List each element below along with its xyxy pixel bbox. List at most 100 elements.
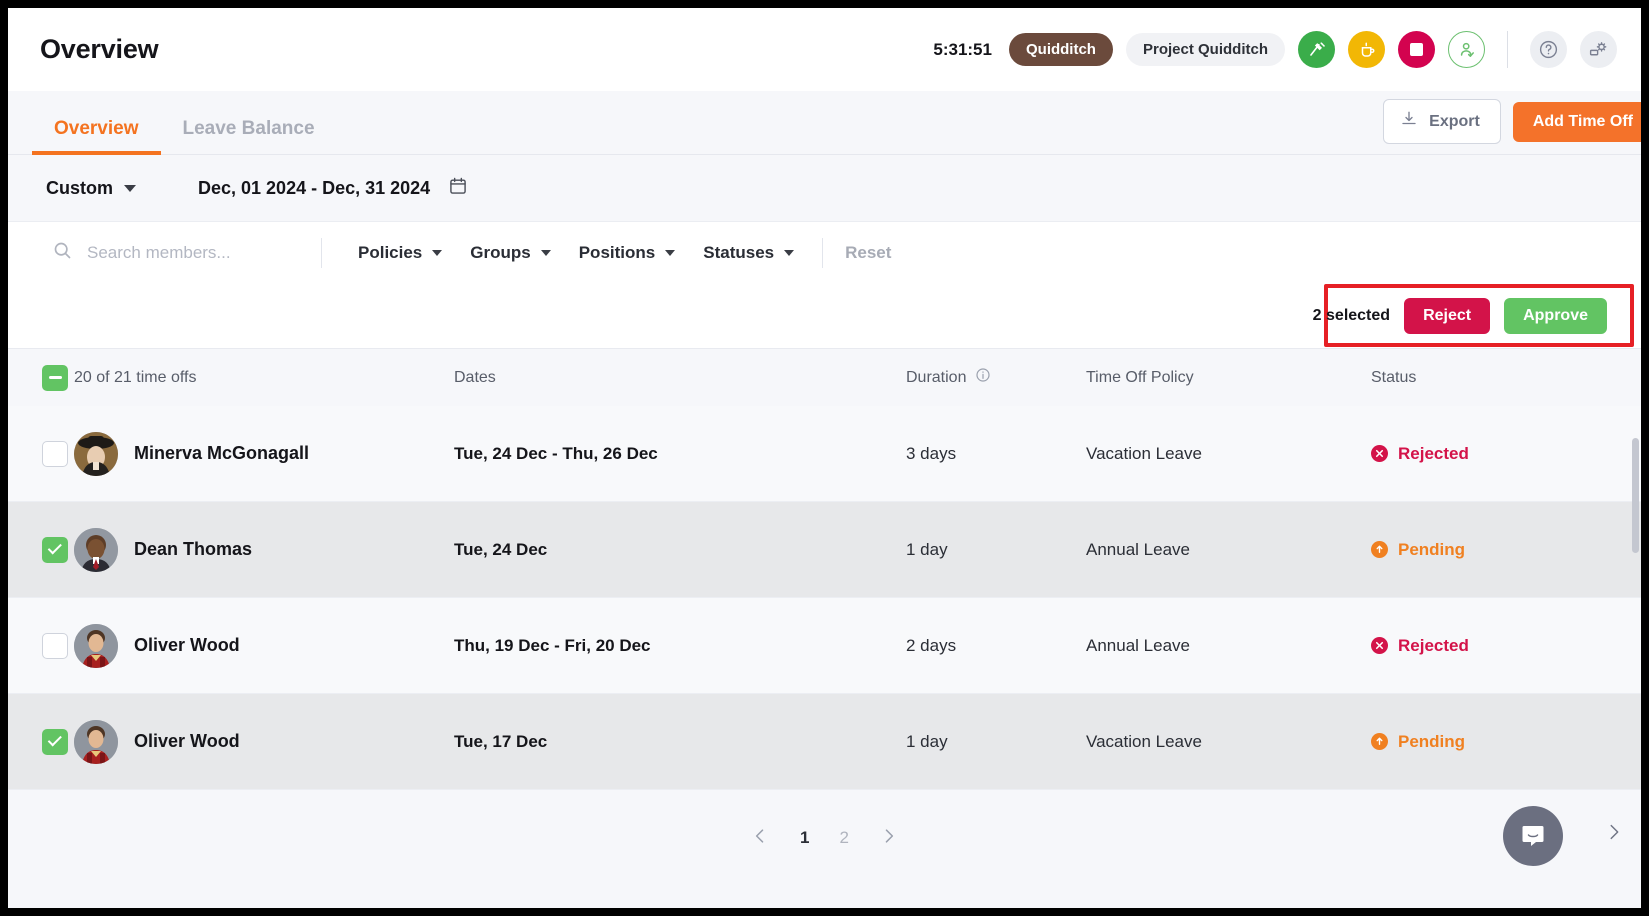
row-member: Oliver Wood: [74, 719, 454, 764]
stop-icon[interactable]: [1398, 31, 1435, 68]
status-badge: Rejected: [1371, 444, 1641, 464]
filter-bar: Policies Groups Positions Statuses Reset: [8, 221, 1641, 283]
download-icon: [1400, 110, 1418, 133]
vertical-scrollbar-thumb[interactable]: [1632, 438, 1639, 553]
avatar: [74, 431, 118, 476]
info-icon[interactable]: [975, 367, 991, 388]
pagination-prev-icon[interactable]: [750, 826, 770, 851]
timer-display: 5:31:51: [933, 39, 992, 59]
row-dates: Tue, 24 Dec - Thu, 26 Dec: [454, 443, 658, 463]
row-member-name: Dean Thomas: [134, 539, 253, 559]
header-duration: Duration: [906, 368, 967, 386]
filter-positions-label: Positions: [578, 242, 656, 262]
search-container: [52, 240, 317, 266]
stop-square: [1410, 43, 1423, 56]
calendar-icon: [448, 176, 468, 201]
pagination-page-2[interactable]: 2: [840, 828, 849, 848]
header-duration-cell: Duration: [906, 367, 1086, 388]
filter-groups-label: Groups: [470, 242, 531, 262]
row-checkbox[interactable]: [42, 728, 68, 755]
settings-icon[interactable]: [1580, 31, 1617, 68]
status-label: Pending: [1398, 539, 1466, 559]
avatar: [74, 527, 118, 572]
chevron-down-icon: [540, 249, 551, 256]
person-check-icon[interactable]: [1448, 31, 1485, 68]
search-input[interactable]: [87, 242, 287, 263]
pagination-page-1[interactable]: 1: [800, 828, 809, 848]
row-status-cell: Pending: [1371, 540, 1641, 560]
check-mark: [47, 540, 62, 555]
row-checkbox[interactable]: [42, 440, 68, 467]
avatar: [74, 623, 118, 668]
chevron-down-icon: [432, 249, 443, 256]
reset-divider: [822, 237, 824, 268]
status-badge: Pending: [1371, 732, 1641, 752]
selection-actions: 2 selected Reject Approve: [1312, 297, 1629, 334]
row-member: Dean Thomas: [74, 527, 454, 572]
table-row[interactable]: Dean Thomas Tue, 24 Dec 1 day Annual Lea…: [8, 502, 1641, 598]
reset-filters-button[interactable]: Reset: [845, 243, 891, 263]
status-badge: Rejected: [1371, 636, 1641, 656]
tab-leave-balance[interactable]: Leave Balance: [161, 118, 337, 154]
reject-button[interactable]: Reject: [1404, 297, 1491, 334]
row-select-cell: [8, 728, 74, 755]
date-range-picker[interactable]: Dec, 01 2024 - Dec, 31 2024: [198, 176, 468, 201]
selected-count-label: 2 selected: [1312, 306, 1391, 324]
tab-overview[interactable]: Overview: [32, 118, 161, 155]
selection-action-bar: 2 selected Reject Approve: [8, 283, 1641, 348]
header-right-cluster: 5:31:51 Quidditch Project Quidditch: [933, 31, 1617, 68]
header-divider: [1507, 31, 1508, 68]
filter-divider: [321, 237, 322, 268]
current-project-pill[interactable]: Project Quidditch: [1125, 33, 1285, 66]
row-member-name: Oliver Wood: [134, 731, 240, 751]
filter-statuses-label: Statuses: [703, 242, 775, 262]
filter-statuses[interactable]: Statuses: [689, 243, 808, 263]
filter-groups[interactable]: Groups: [456, 243, 564, 263]
date-range-label: Dec, 01 2024 - Dec, 31 2024: [198, 177, 431, 198]
current-task-pill[interactable]: Quidditch: [1008, 33, 1113, 66]
status-label: Pending: [1398, 731, 1466, 751]
approve-button[interactable]: Approve: [1504, 297, 1607, 334]
row-status-cell: Rejected: [1371, 444, 1641, 464]
rejected-icon: [1371, 637, 1388, 654]
activity-icon[interactable]: [1298, 31, 1335, 68]
filter-positions[interactable]: Positions: [565, 243, 690, 263]
scroll-right-icon[interactable]: [1603, 821, 1625, 848]
header-status: Status: [1371, 368, 1417, 386]
status-label: Rejected: [1398, 443, 1469, 463]
row-status-cell: Pending: [1371, 732, 1641, 752]
pagination-next-icon[interactable]: [879, 826, 899, 851]
header-count: 20 of 21 time offs: [74, 368, 197, 386]
chat-launcher-icon[interactable]: [1503, 806, 1563, 866]
table-row[interactable]: Oliver Wood Tue, 17 Dec 1 day Vacation L…: [8, 694, 1641, 790]
coffee-break-icon[interactable]: [1348, 31, 1385, 68]
add-time-off-button[interactable]: Add Time Off: [1512, 101, 1641, 142]
table-row[interactable]: Oliver Wood Thu, 19 Dec - Fri, 20 Dec 2 …: [8, 598, 1641, 694]
chevron-down-icon: [124, 184, 136, 192]
date-preset-select[interactable]: Custom: [46, 178, 136, 199]
status-label: Rejected: [1398, 635, 1469, 655]
check-mark: [47, 732, 62, 747]
help-icon[interactable]: [1530, 31, 1567, 68]
status-badge: Pending: [1371, 540, 1641, 560]
chevron-down-icon: [784, 249, 795, 256]
row-dates: Thu, 19 Dec - Fri, 20 Dec: [454, 635, 651, 655]
row-member-name: Minerva McGonagall: [134, 443, 310, 463]
pending-icon: [1371, 541, 1388, 558]
rejected-icon: [1371, 445, 1388, 462]
tabs-group: Overview Leave Balance: [32, 118, 337, 155]
row-checkbox[interactable]: [42, 536, 68, 563]
chevron-down-icon: [665, 249, 676, 256]
filters-group: Policies Groups Positions Statuses: [344, 243, 808, 263]
table-row[interactable]: Minerva McGonagall Tue, 24 Dec - Thu, 26…: [8, 406, 1641, 502]
export-button[interactable]: Export: [1383, 99, 1501, 144]
date-preset-label: Custom: [46, 177, 113, 198]
avatar: [74, 719, 118, 764]
row-duration: 1 day: [906, 731, 948, 751]
select-all-checkbox[interactable]: [42, 364, 68, 391]
row-checkbox[interactable]: [42, 632, 68, 659]
app-window: Overview 5:31:51 Quidditch Project Quidd…: [8, 8, 1641, 908]
filter-policies[interactable]: Policies: [344, 243, 456, 263]
row-member: Oliver Wood: [74, 623, 454, 668]
row-policy: Annual Leave: [1086, 635, 1190, 655]
